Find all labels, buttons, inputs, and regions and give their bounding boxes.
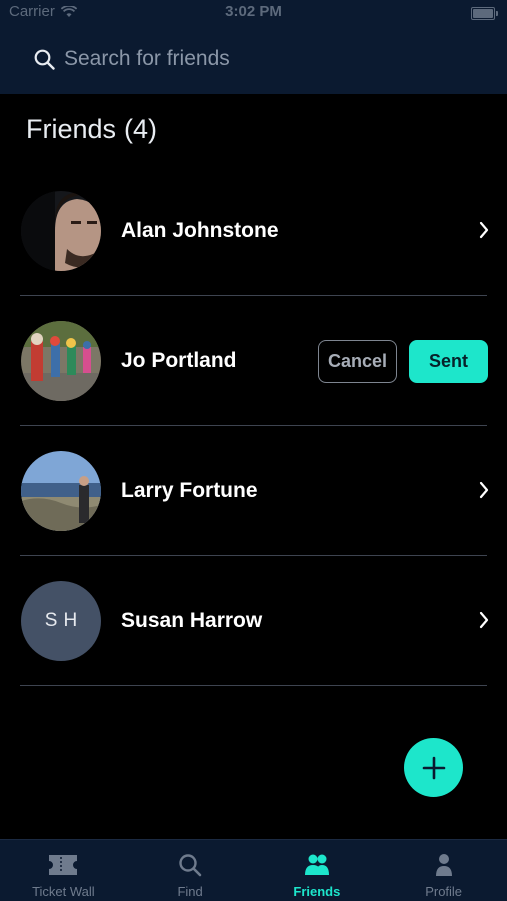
tab-label: Ticket Wall (32, 884, 95, 899)
search-input[interactable]: Search for friends (34, 47, 230, 71)
avatar (21, 191, 101, 271)
avatar (21, 451, 101, 531)
tab-label: Find (177, 884, 203, 899)
tab-label: Profile (425, 884, 463, 899)
tab-friends[interactable]: Friends (254, 840, 381, 901)
friend-name: Susan Harrow (121, 609, 263, 632)
search-icon (34, 49, 55, 70)
avatar (21, 321, 101, 401)
add-friend-button[interactable] (404, 738, 463, 797)
status-time: 3:02 PM (225, 3, 282, 20)
chevron-right-icon[interactable] (479, 221, 489, 239)
friend-name: Larry Fortune (121, 479, 258, 502)
friend-name: Jo Portland (121, 349, 237, 372)
plus-icon (422, 756, 445, 779)
chevron-right-icon[interactable] (479, 611, 489, 629)
tab-profile[interactable]: Profile (380, 840, 507, 901)
tab-label: Friends (293, 884, 341, 899)
friend-row-susan-harrow[interactable]: SH Susan Harrow (0, 556, 507, 686)
status-bar: Carrier 3:02 PM (0, 0, 507, 26)
friend-row-larry-fortune[interactable]: Larry Fortune (0, 426, 507, 556)
search-placeholder: Search for friends (64, 47, 230, 70)
search-header: Search for friends (0, 26, 507, 94)
friend-name: Alan Johnstone (121, 219, 279, 242)
chevron-right-icon[interactable] (479, 481, 489, 499)
battery-icon (471, 7, 498, 20)
ticket-icon (49, 855, 78, 875)
sent-request-button[interactable]: Sent (409, 340, 488, 383)
friend-row-alan-johnstone[interactable]: Alan Johnstone (0, 166, 507, 296)
tab-bar: Ticket Wall Find Friends Profile (0, 839, 507, 901)
friends-icon (304, 854, 329, 875)
row-divider (20, 685, 487, 686)
friends-title: Friends (26, 114, 117, 144)
friends-count: (4) (124, 114, 158, 144)
search-icon (179, 854, 202, 877)
friends-section-title: Friends (4) (26, 114, 157, 145)
cancel-request-button[interactable]: Cancel (318, 340, 397, 383)
tab-find[interactable]: Find (127, 840, 254, 901)
profile-icon (435, 854, 452, 876)
tab-ticket-wall[interactable]: Ticket Wall (0, 840, 127, 901)
avatar-initials: SH (21, 581, 101, 661)
friend-list: Alan Johnstone Jo Portland Larry Fortune… (0, 166, 507, 686)
